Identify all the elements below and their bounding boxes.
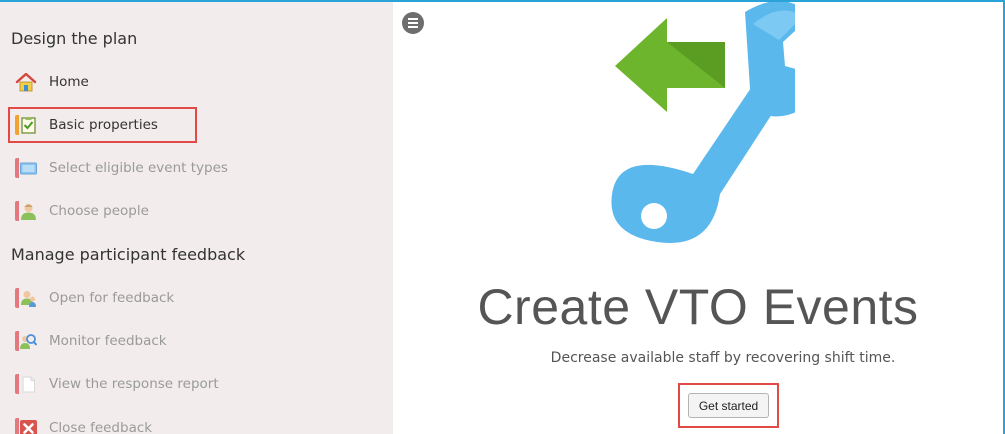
step-tab <box>15 158 19 178</box>
section-title-feedback: Manage participant feedback <box>11 245 246 264</box>
document-icon <box>20 376 37 393</box>
sidebar-item-label: View the response report <box>49 376 219 392</box>
people-icon <box>20 290 37 307</box>
step-tab <box>15 374 19 394</box>
home-icon <box>15 72 37 92</box>
step-tab <box>15 331 19 351</box>
sidebar-item-label: Select eligible event types <box>49 160 228 176</box>
section-title-design: Design the plan <box>11 29 138 48</box>
sidebar-item-home[interactable]: Home <box>15 64 375 100</box>
close-box-icon <box>20 419 37 434</box>
step-tab <box>15 288 19 308</box>
sidebar-item-open-feedback[interactable]: Open for feedback <box>15 280 375 316</box>
sidebar-item-label: Home <box>49 74 89 90</box>
sidebar-item-close-feedback[interactable]: Close feedback <box>15 410 375 434</box>
basic-properties-highlight <box>8 107 197 143</box>
step-tab <box>15 418 19 434</box>
sidebar-item-choose-people[interactable]: Choose people <box>15 193 375 229</box>
person-icon <box>20 203 37 220</box>
sidebar-item-response-report[interactable]: View the response report <box>15 366 375 402</box>
sidebar-item-label: Open for feedback <box>49 290 175 306</box>
sidebar-item-monitor-feedback[interactable]: Monitor feedback <box>15 323 375 359</box>
hamburger-icon[interactable] <box>402 12 424 34</box>
step-tab <box>15 201 19 221</box>
sidebar-item-label: Choose people <box>49 203 149 219</box>
magnifier-person-icon <box>20 333 38 350</box>
page-title: Create VTO Events <box>477 279 919 335</box>
monitor-icon <box>20 160 37 177</box>
sidebar-item-label: Close feedback <box>49 420 153 434</box>
wrench-with-arrow-icon <box>611 2 795 243</box>
get-started-highlight <box>678 383 779 428</box>
page-subtitle: Decrease available staff by recovering s… <box>550 350 896 366</box>
sidebar-item-select-event-types[interactable]: Select eligible event types <box>15 150 375 186</box>
sidebar-item-label: Monitor feedback <box>49 333 167 349</box>
sidebar: Design the plan Home Basic properties Se… <box>0 2 393 434</box>
